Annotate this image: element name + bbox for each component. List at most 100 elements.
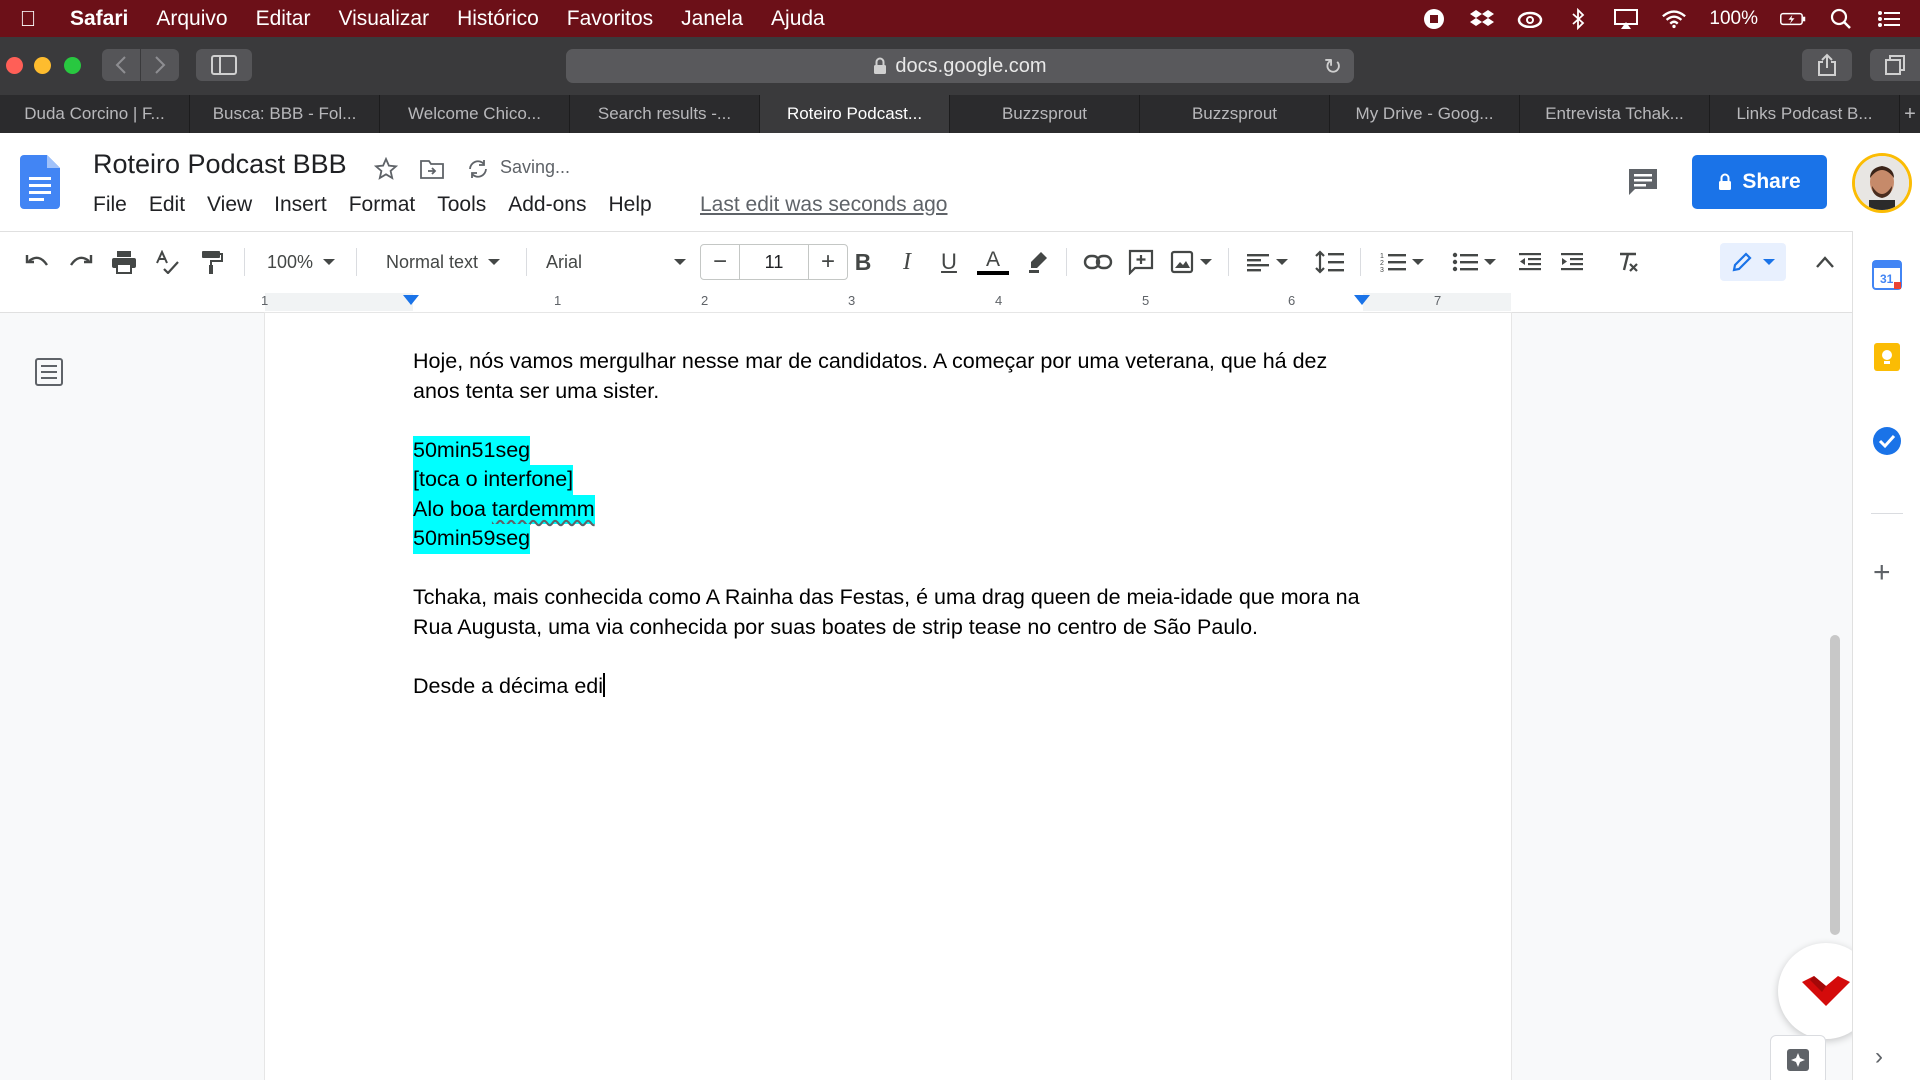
show-all-tabs-button[interactable] (1870, 49, 1920, 81)
insert-image-icon[interactable] (1166, 245, 1216, 279)
last-edit-link[interactable]: Last edit was seconds ago (700, 193, 948, 217)
undo-icon[interactable] (20, 245, 54, 279)
menu-tools[interactable]: Tools (426, 193, 497, 217)
line-spacing-icon[interactable] (1312, 245, 1348, 279)
tab-entrevista-tchaka[interactable]: Entrevista Tchak... (1520, 95, 1710, 133)
highlight-color-icon[interactable] (1022, 245, 1054, 279)
explore-button[interactable] (1770, 1035, 1826, 1080)
chevron-right-icon[interactable]: › (1875, 1043, 1883, 1071)
bold-icon[interactable]: B (848, 245, 878, 279)
creative-cloud-icon[interactable] (1517, 9, 1543, 29)
tab-my-drive[interactable]: My Drive - Goog... (1330, 95, 1520, 133)
spotlight-search-icon[interactable] (1828, 8, 1854, 29)
tab-buzzsprout-2[interactable]: Buzzsprout (1140, 95, 1330, 133)
address-bar[interactable]: docs.google.com ↻ (566, 49, 1354, 83)
bluetooth-icon[interactable] (1565, 7, 1591, 30)
menu-editar[interactable]: Editar (242, 7, 325, 31)
menu-app-name[interactable]: Safari (56, 7, 142, 31)
text-cursor (603, 672, 606, 697)
redo-icon[interactable] (64, 245, 98, 279)
lock-icon (1719, 173, 1732, 190)
menu-historico[interactable]: Histórico (443, 7, 553, 31)
screen-record-icon[interactable] (1421, 8, 1447, 29)
star-icon[interactable] (372, 155, 400, 183)
sidebar-toggle-button[interactable] (196, 49, 252, 81)
insert-link-icon[interactable] (1080, 245, 1116, 279)
minimize-window-button[interactable] (34, 57, 51, 74)
document-body[interactable]: Hoje, nós vamos mergulhar nesse mar de c… (413, 347, 1363, 731)
paint-format-icon[interactable] (194, 245, 228, 279)
italic-icon[interactable]: I (892, 245, 922, 279)
spellcheck-icon[interactable] (150, 245, 184, 279)
increase-font-size-button[interactable]: + (809, 248, 847, 276)
paragraph-style-select[interactable]: Normal text (374, 245, 512, 279)
menu-view[interactable]: View (196, 193, 263, 217)
align-icon[interactable] (1242, 245, 1292, 279)
menu-format[interactable]: Format (338, 193, 427, 217)
tasks-icon[interactable] (1871, 425, 1903, 457)
account-avatar[interactable] (1852, 153, 1912, 213)
hide-menus-icon[interactable] (1810, 245, 1840, 279)
tab-search-results[interactable]: Search results -... (570, 95, 760, 133)
chevron-down-icon (1484, 259, 1496, 265)
apple-icon[interactable]:  (0, 6, 56, 32)
menu-edit[interactable]: Edit (138, 193, 196, 217)
editing-mode-select[interactable] (1720, 243, 1786, 281)
calendar-icon[interactable]: 31 (1871, 259, 1903, 291)
move-to-folder-icon[interactable] (418, 155, 446, 183)
tab-links-podcast[interactable]: Links Podcast B... (1710, 95, 1900, 133)
close-window-button[interactable] (6, 57, 23, 74)
wifi-icon[interactable] (1661, 9, 1687, 29)
airplay-icon[interactable] (1613, 8, 1639, 29)
tab-buzzsprout-1[interactable]: Buzzsprout (950, 95, 1140, 133)
tab-duda-corcino[interactable]: Duda Corcino | F... (0, 95, 190, 133)
numbered-list-icon[interactable]: 123 (1374, 245, 1430, 279)
add-comment-icon[interactable] (1124, 245, 1158, 279)
text-color-icon[interactable]: A (976, 245, 1010, 279)
menu-file[interactable]: File (82, 193, 138, 217)
document-title[interactable]: Roteiro Podcast BBB (93, 149, 347, 180)
font-family-select[interactable]: Arial (546, 245, 686, 279)
comments-icon[interactable] (1626, 165, 1660, 199)
menu-add-ons[interactable]: Add-ons (497, 193, 597, 217)
underline-icon[interactable]: U (934, 245, 964, 279)
increase-indent-icon[interactable] (1556, 245, 1588, 279)
bulleted-list-icon[interactable] (1446, 245, 1502, 279)
document-page[interactable]: Hoje, nós vamos mergulhar nesse mar de c… (265, 313, 1511, 1080)
tab-welcome-chico[interactable]: Welcome Chico... (380, 95, 570, 133)
print-icon[interactable] (107, 245, 141, 279)
menu-favoritos[interactable]: Favoritos (553, 7, 667, 31)
control-center-icon[interactable] (1876, 9, 1902, 29)
decrease-font-size-button[interactable]: − (701, 248, 739, 276)
fullscreen-window-button[interactable] (64, 57, 81, 74)
reload-icon[interactable]: ↻ (1324, 54, 1342, 80)
menu-arquivo[interactable]: Arquivo (142, 7, 241, 31)
right-indent-marker[interactable] (1354, 295, 1370, 305)
back-button[interactable] (102, 49, 140, 81)
new-tab-button[interactable]: + (1900, 95, 1920, 133)
keep-icon[interactable] (1871, 341, 1903, 373)
left-indent-marker[interactable] (403, 295, 419, 305)
safari-share-button[interactable] (1802, 49, 1852, 81)
misspelled-word[interactable]: tardemmm (492, 497, 595, 521)
menu-visualizar[interactable]: Visualizar (324, 7, 443, 31)
decrease-indent-icon[interactable] (1514, 245, 1546, 279)
highlight-line-timestamp-start: 50min51seg (413, 435, 531, 465)
tab-busca-bbb[interactable]: Busca: BBB - Fol... (190, 95, 380, 133)
menu-insert[interactable]: Insert (263, 193, 338, 217)
menu-ajuda[interactable]: Ajuda (757, 7, 839, 31)
tab-roteiro-podcast[interactable]: Roteiro Podcast... (760, 95, 950, 133)
docs-logo-icon[interactable] (20, 155, 60, 209)
share-button[interactable]: Share (1692, 155, 1827, 209)
menu-help[interactable]: Help (597, 193, 662, 217)
forward-button[interactable] (141, 49, 179, 81)
battery-icon[interactable] (1780, 9, 1806, 29)
clear-formatting-icon[interactable] (1612, 245, 1644, 279)
menu-janela[interactable]: Janela (667, 7, 757, 31)
zoom-select[interactable]: 100% (260, 245, 342, 279)
vertical-scrollbar[interactable] (1830, 635, 1840, 935)
font-size-input[interactable]: 11 (739, 245, 809, 279)
document-outline-icon[interactable] (34, 357, 64, 387)
dropbox-icon[interactable] (1469, 9, 1495, 29)
get-add-ons-icon[interactable]: + (1873, 556, 1891, 590)
